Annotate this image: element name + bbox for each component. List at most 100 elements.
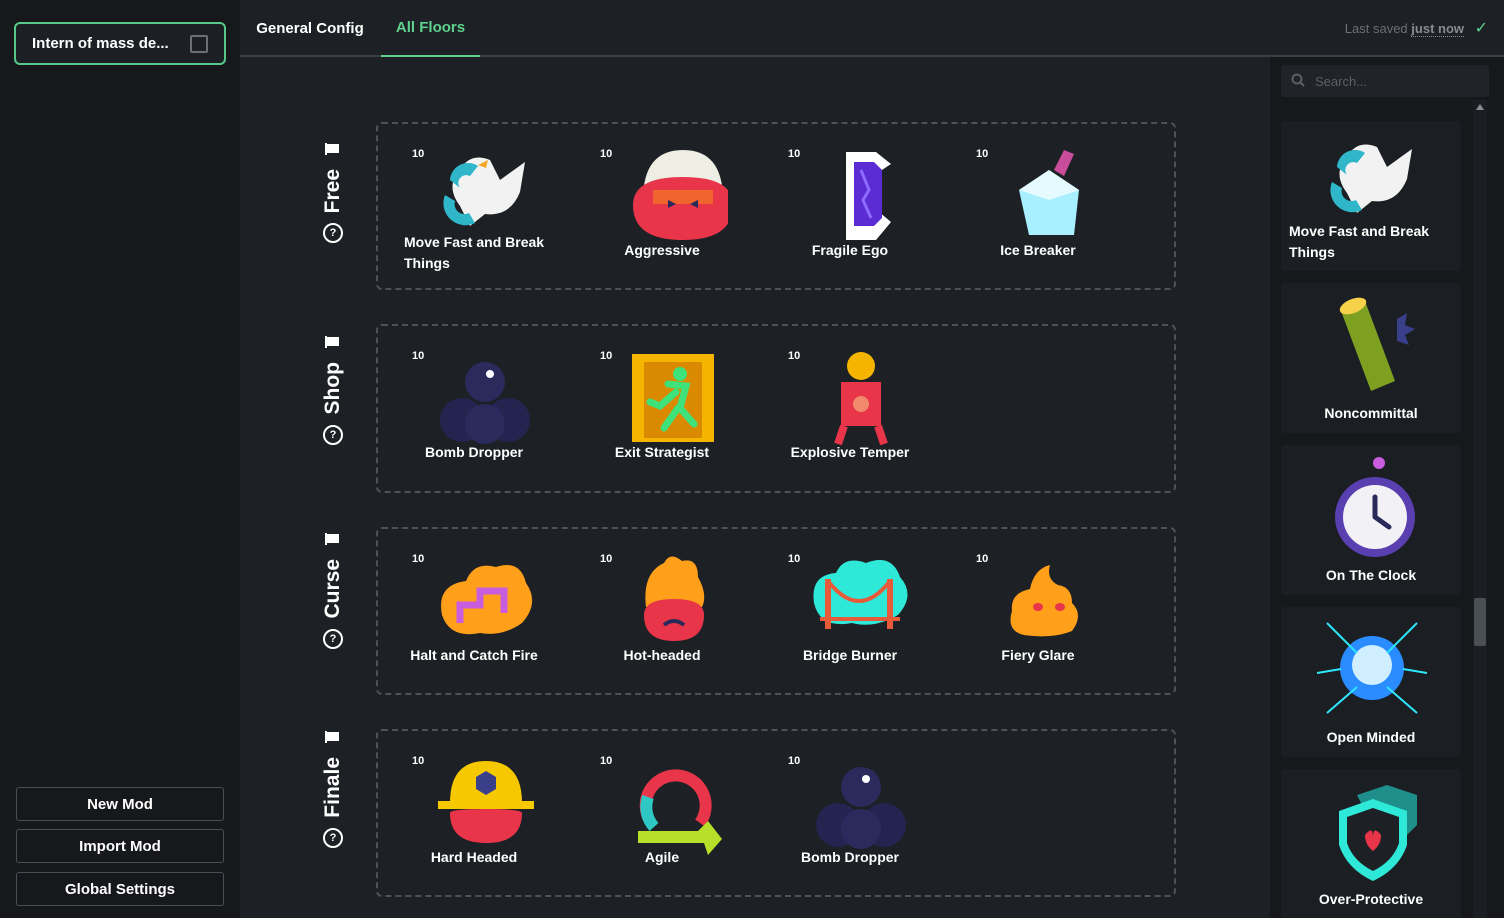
dynamite-person-icon: [834, 352, 888, 446]
flag-icon: [325, 533, 339, 545]
library-item-title: Move Fast and Break Things: [1289, 223, 1430, 260]
item-card[interactable]: 10 Bomb Dropper: [386, 326, 562, 476]
help-icon[interactable]: ?: [323, 628, 343, 649]
angry-face-icon: [633, 150, 728, 240]
item-level: 10: [600, 350, 613, 362]
floor-slots-shop[interactable]: 10 Bomb Dropper 10 Exit Strategist 10 Ex…: [376, 324, 1176, 493]
import-mod-button[interactable]: Import Mod: [16, 829, 224, 863]
search-input[interactable]: Search...: [1281, 65, 1489, 97]
item-title: Bomb Dropper: [425, 444, 523, 460]
search-icon: [1291, 73, 1305, 87]
floor-label-finale: Finale ?: [320, 731, 346, 848]
scroll-up-icon[interactable]: [1476, 104, 1484, 110]
item-title: Halt and Catch Fire: [410, 647, 538, 663]
item-card[interactable]: 10 Agile: [574, 731, 750, 881]
item-title: Move Fast and Break Things: [404, 234, 545, 271]
floor-slots-free[interactable]: 10 Move Fast and Break Things 10 Aggress…: [376, 122, 1176, 290]
item-title: Bomb Dropper: [801, 849, 899, 865]
item-card[interactable]: 10 Explosive Temper: [762, 326, 938, 476]
floor-label-curse: Curse ?: [320, 533, 346, 649]
log-icon: [1339, 297, 1415, 391]
item-card[interactable]: 10 Ice Breaker: [950, 124, 1126, 274]
bomb-pile-icon: [816, 767, 906, 849]
cracked-crystal-icon: [846, 152, 891, 240]
flag-icon: [325, 731, 339, 743]
check-icon: ✓: [1474, 20, 1488, 37]
floor-name: Shop: [321, 362, 344, 415]
item-level: 10: [788, 350, 801, 362]
flag-icon: [325, 336, 339, 348]
item-level: 10: [412, 148, 425, 160]
flaming-face-icon: [644, 556, 705, 641]
mod-enabled-checkbox[interactable]: [190, 35, 208, 53]
item-title: Bridge Burner: [802, 647, 898, 663]
floor-name: Finale: [321, 757, 344, 818]
item-title: Ice Breaker: [1000, 242, 1076, 258]
item-level: 10: [976, 148, 989, 160]
item-library: Search... Move Fast and Break Things Non…: [1270, 57, 1504, 918]
mod-name: Intern of mass de...: [32, 35, 169, 52]
help-icon[interactable]: ?: [323, 827, 343, 848]
floor-slots-finale[interactable]: 10 Hard Headed 10 Agile 10 Bomb Dropper: [376, 729, 1176, 897]
bomb-pile-icon: [440, 362, 530, 444]
library-item[interactable]: Over-Protective: [1281, 769, 1461, 918]
item-card[interactable]: 10 Bomb Dropper: [762, 731, 938, 881]
top-bar: General Config All Floors Last saved jus…: [240, 0, 1504, 57]
item-level: 10: [412, 553, 425, 565]
library-item-title: Over-Protective: [1318, 891, 1424, 907]
floor-name: Free: [321, 169, 344, 214]
save-status-prefix: Last saved: [1344, 21, 1408, 36]
library-item-title: Open Minded: [1326, 729, 1416, 745]
help-icon[interactable]: ?: [323, 424, 343, 445]
item-card[interactable]: 10 Fragile Ego: [762, 124, 938, 274]
item-title: Hot-headed: [623, 647, 701, 663]
mod-selector[interactable]: Intern of mass de...: [14, 22, 226, 65]
item-level: 10: [412, 755, 425, 767]
item-card[interactable]: 10 Bridge Burner: [762, 529, 938, 679]
ice-pick-icon: [1019, 150, 1079, 235]
shield-icon: [1339, 785, 1417, 881]
item-title: Explosive Temper: [790, 444, 910, 460]
library-item[interactable]: Move Fast and Break Things: [1281, 121, 1461, 271]
tab-all-floors[interactable]: All Floors: [381, 0, 480, 57]
exit-runner-icon: [632, 354, 714, 442]
glowing-head-icon: [1317, 622, 1427, 714]
save-status-time: just now: [1411, 21, 1464, 37]
item-card[interactable]: 10 Move Fast and Break Things: [386, 124, 562, 274]
item-level: 10: [600, 148, 613, 160]
floor-name: Curse: [321, 559, 344, 619]
item-level: 10: [788, 148, 801, 160]
floor-slots-curse[interactable]: 10 Halt and Catch Fire 10 Hot-headed 10: [376, 527, 1176, 695]
global-settings-button[interactable]: Global Settings: [16, 872, 224, 906]
tab-general-config[interactable]: General Config: [240, 0, 380, 57]
search-placeholder: Search...: [1315, 73, 1368, 89]
item-title: Exit Strategist: [614, 444, 710, 460]
item-level: 10: [976, 553, 989, 565]
library-item[interactable]: On The Clock: [1281, 445, 1461, 595]
item-title: Fragile Ego: [811, 242, 889, 258]
library-item[interactable]: Open Minded: [1281, 607, 1461, 757]
library-scrollbar[interactable]: [1473, 100, 1487, 918]
item-card[interactable]: 10 Aggressive: [574, 124, 750, 274]
help-icon[interactable]: ?: [323, 223, 343, 244]
library-item[interactable]: Noncommittal: [1281, 283, 1461, 433]
hardhat-face-icon: [438, 761, 534, 843]
item-title: Hard Headed: [430, 849, 518, 865]
fire-cloud-icon: [441, 565, 533, 635]
item-card[interactable]: 10 Exit Strategist: [574, 326, 750, 476]
app-window: Intern of mass de... New Mod Import Mod …: [0, 0, 1504, 918]
item-title: Fiery Glare: [1001, 647, 1075, 663]
item-card[interactable]: 10 Hard Headed: [386, 731, 562, 881]
save-status: Last saved just now: [1344, 21, 1464, 37]
scrollbar-thumb[interactable]: [1474, 598, 1486, 646]
stopwatch-icon: [1335, 457, 1415, 557]
fire-blob-icon: [1010, 565, 1078, 637]
item-card[interactable]: 10 Fiery Glare: [950, 529, 1126, 679]
item-title: Agile: [644, 849, 680, 865]
item-level: 10: [600, 553, 613, 565]
new-mod-button[interactable]: New Mod: [16, 787, 224, 821]
item-title: Aggressive: [624, 242, 700, 258]
item-level: 10: [788, 553, 801, 565]
item-card[interactable]: 10 Halt and Catch Fire: [386, 529, 562, 679]
item-card[interactable]: 10 Hot-headed: [574, 529, 750, 679]
